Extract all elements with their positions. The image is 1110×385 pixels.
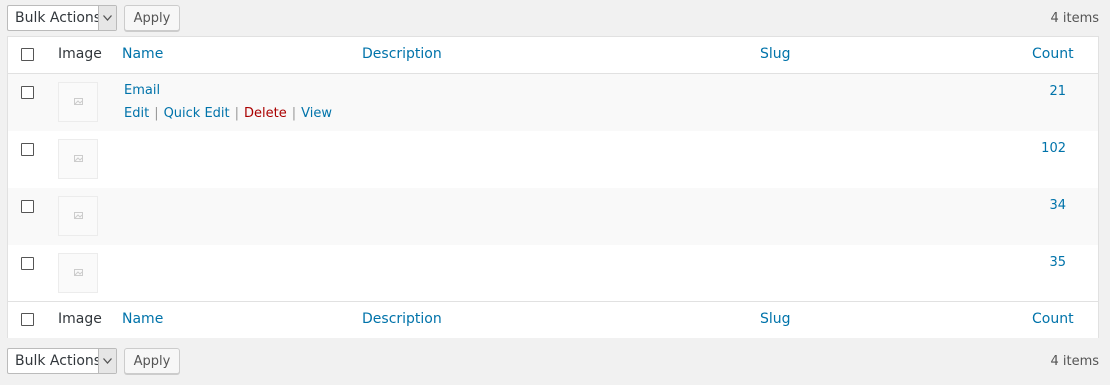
separator: | — [234, 106, 240, 121]
chevron-down-icon — [98, 6, 116, 30]
table-row: 102 — [8, 131, 1098, 188]
row-checkbox[interactable] — [21, 86, 34, 99]
column-name-sort[interactable]: Name — [122, 46, 163, 62]
bulk-actions-label: Bulk Actions — [15, 353, 102, 369]
count-link[interactable]: 102 — [1041, 141, 1066, 156]
select-all-checkbox-footer[interactable] — [21, 313, 34, 326]
item-count: 4 items — [1050, 354, 1099, 369]
apply-button[interactable]: Apply — [124, 5, 180, 31]
chevron-down-icon — [98, 349, 116, 373]
column-slug-sort[interactable]: Slug — [760, 311, 791, 327]
column-name-sort[interactable]: Name — [122, 311, 163, 327]
row-checkbox[interactable] — [21, 143, 34, 156]
terms-table: Image Name Description Slug Count Email … — [7, 36, 1099, 338]
apply-button[interactable]: Apply — [124, 348, 180, 374]
item-count: 4 items — [1050, 11, 1099, 26]
count-link[interactable]: 21 — [1049, 84, 1066, 99]
count-link[interactable]: 34 — [1049, 198, 1066, 213]
tablenav-bottom: Bulk Actions Apply 4 items — [7, 348, 1099, 374]
column-count-sort[interactable]: Count — [1032, 311, 1074, 327]
column-description-sort[interactable]: Description — [362, 46, 442, 62]
column-image: Image — [58, 311, 102, 327]
term-thumbnail — [58, 253, 98, 293]
column-image: Image — [58, 46, 102, 62]
tablenav-top: Bulk Actions Apply 4 items — [7, 5, 1099, 31]
table-row: Email Edit | Quick Edit | Delete | View 21 — [8, 74, 1098, 131]
placeholder-image-icon — [74, 212, 83, 219]
term-thumbnail — [58, 139, 98, 179]
count-link[interactable]: 35 — [1049, 255, 1066, 270]
separator: | — [291, 106, 297, 121]
row-checkbox[interactable] — [21, 257, 34, 270]
bulk-actions-label: Bulk Actions — [15, 10, 102, 26]
table-header: Image Name Description Slug Count — [8, 37, 1098, 74]
row-actions: Edit | Quick Edit | Delete | View — [124, 106, 332, 121]
separator: | — [154, 106, 159, 121]
delete-link[interactable]: Delete — [244, 106, 287, 121]
placeholder-image-icon — [74, 155, 83, 162]
placeholder-image-icon — [74, 269, 83, 276]
column-count-sort[interactable]: Count — [1032, 46, 1074, 62]
placeholder-image-icon — [74, 98, 83, 105]
term-name-link[interactable]: Email — [124, 83, 160, 98]
row-checkbox[interactable] — [21, 200, 34, 213]
view-link[interactable]: View — [301, 106, 332, 121]
term-thumbnail — [58, 82, 98, 122]
table-row: 35 — [8, 245, 1098, 302]
term-thumbnail — [58, 196, 98, 236]
column-slug-sort[interactable]: Slug — [760, 46, 791, 62]
quick-edit-link[interactable]: Quick Edit — [164, 106, 230, 121]
select-all-checkbox[interactable] — [21, 48, 34, 61]
table-row: 34 — [8, 188, 1098, 245]
bulk-actions-select[interactable]: Bulk Actions — [7, 5, 117, 31]
edit-link[interactable]: Edit — [124, 106, 149, 121]
bulk-actions-select[interactable]: Bulk Actions — [7, 348, 117, 374]
table-footer: Image Name Description Slug Count — [8, 301, 1098, 338]
column-description-sort[interactable]: Description — [362, 311, 442, 327]
